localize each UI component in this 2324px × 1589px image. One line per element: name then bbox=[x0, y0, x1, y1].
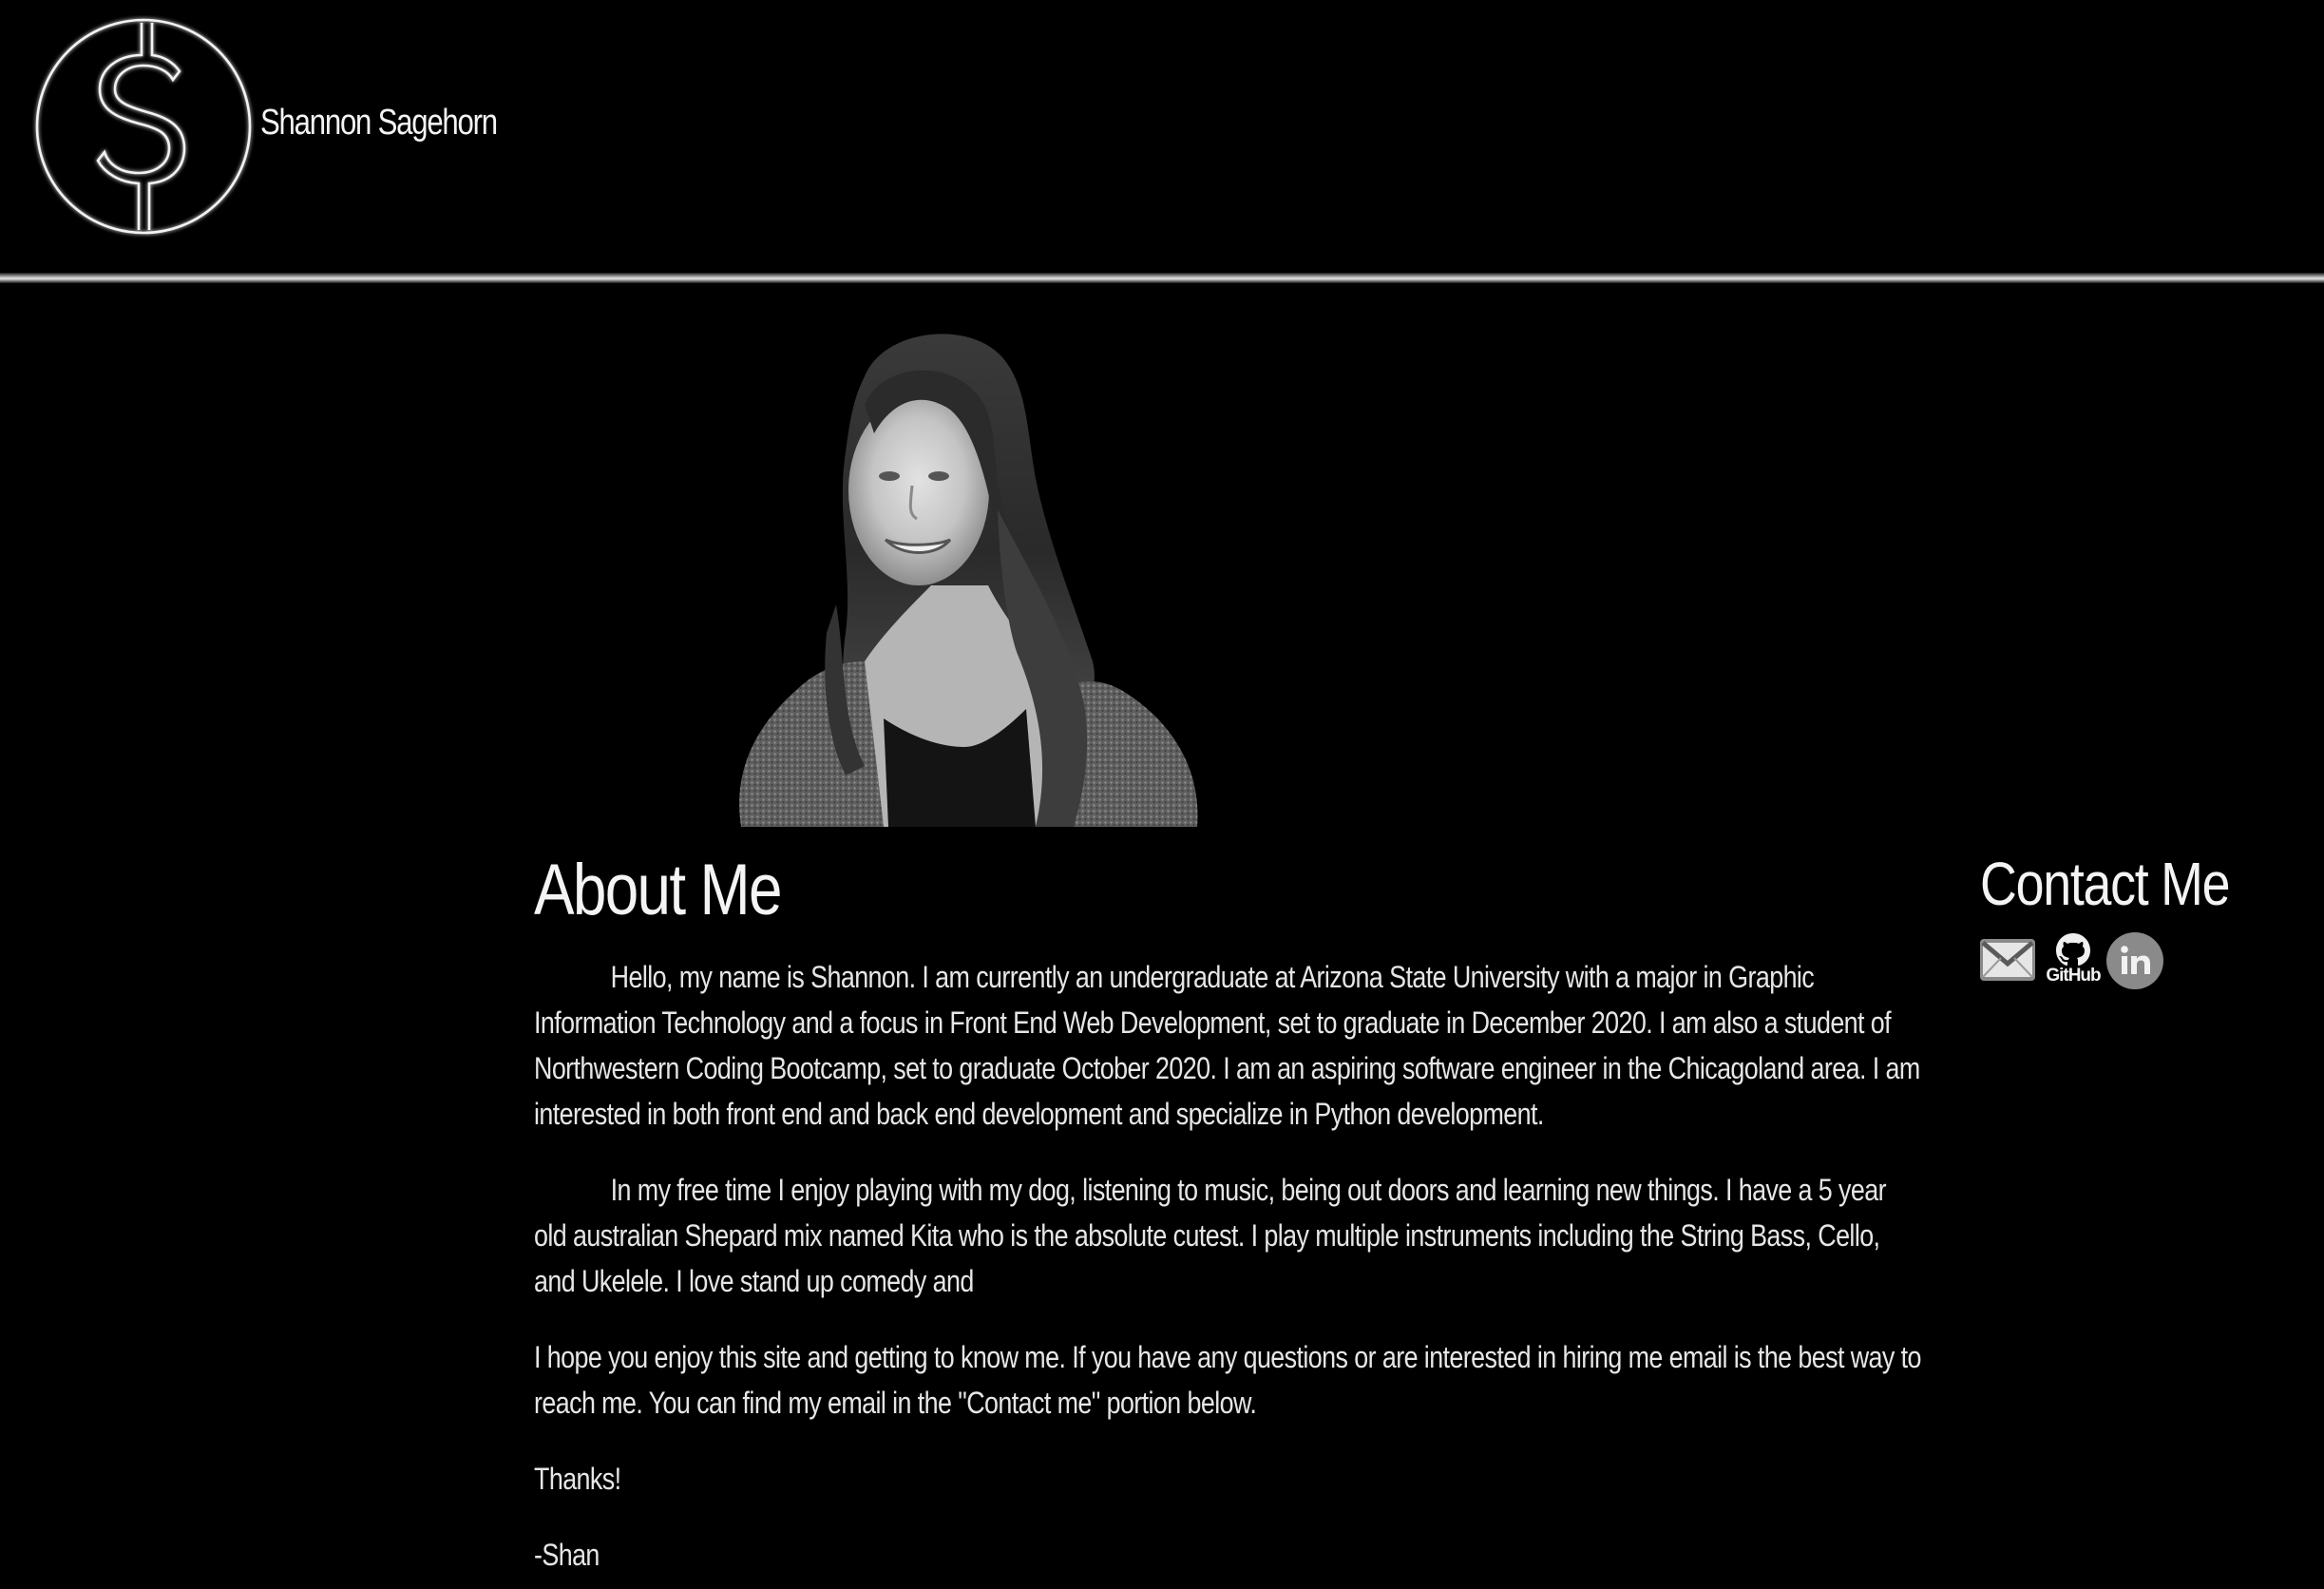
linkedin-icon[interactable] bbox=[2105, 931, 2164, 990]
github-label: GitHub bbox=[2046, 966, 2101, 986]
site-header: Shannon Sagehorn bbox=[0, 0, 2324, 274]
about-me-body: Hello, my name is Shannon. I am currentl… bbox=[534, 954, 1923, 1589]
about-paragraph-hobbies: In my free time I enjoy playing with my … bbox=[534, 1173, 1887, 1298]
about-paragraph-thanks: Thanks! bbox=[534, 1462, 621, 1496]
email-icon[interactable] bbox=[1980, 939, 2035, 981]
site-name-link[interactable]: Shannon Sagehorn bbox=[260, 103, 498, 144]
about-paragraph-intro: Hello, my name is Shannon. I am currentl… bbox=[534, 960, 1920, 1131]
about-paragraph-contact-note: I hope you enjoy this site and getting t… bbox=[534, 1340, 1921, 1420]
about-me-heading: About Me bbox=[534, 850, 783, 930]
contact-links: GitHub bbox=[1980, 931, 2170, 998]
header-divider bbox=[0, 273, 2324, 283]
page: Shannon Sagehorn About Me Hello, my name… bbox=[0, 0, 2324, 1589]
profile-photo bbox=[722, 319, 1216, 827]
contact-me-heading: Contact Me bbox=[1980, 850, 2231, 918]
about-paragraph-signoff: -Shan bbox=[534, 1538, 600, 1572]
github-icon[interactable]: GitHub bbox=[2043, 931, 2104, 992]
dollar-sign-logo-icon[interactable] bbox=[32, 15, 255, 238]
